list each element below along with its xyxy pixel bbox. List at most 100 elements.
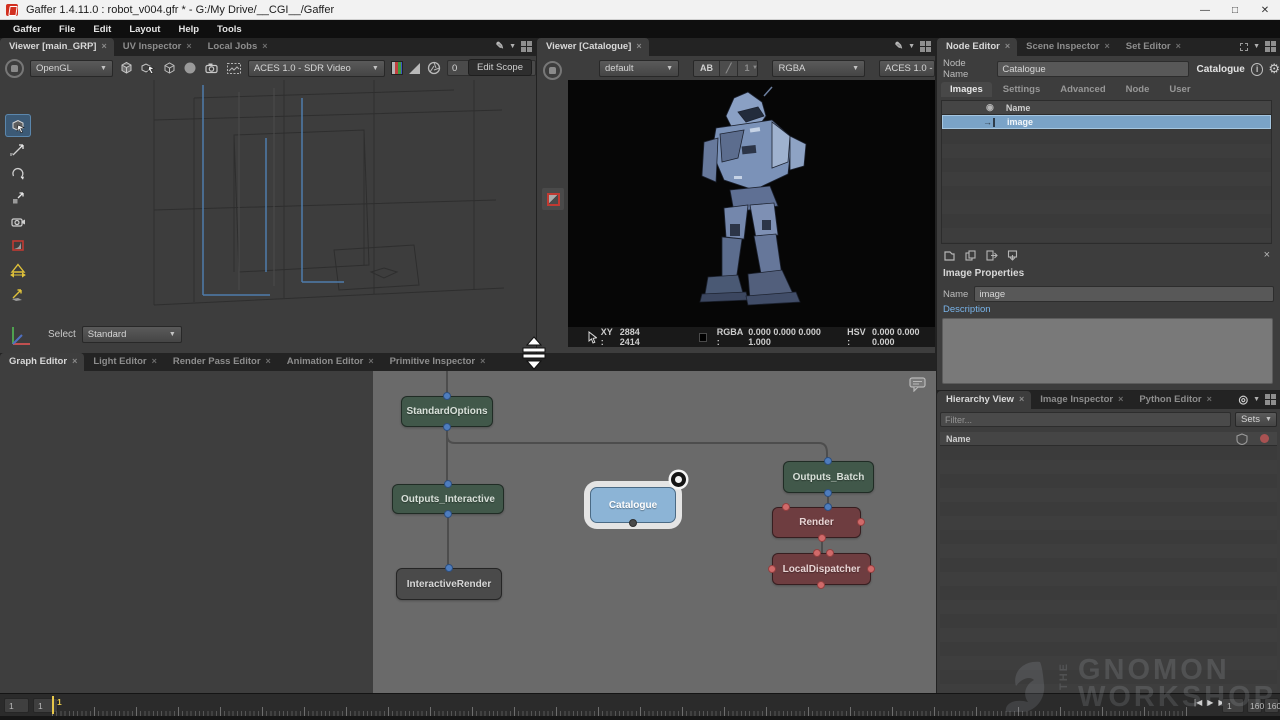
save-image-icon[interactable] (1006, 249, 1019, 262)
tab-render-pass-editor[interactable]: Render Pass Editor× (164, 353, 278, 371)
edit-scope-button[interactable]: Edit Scope (468, 59, 532, 76)
tab-close-icon[interactable]: × (72, 356, 77, 371)
plug-task[interactable] (826, 549, 834, 557)
tab-node-editor[interactable]: Node Editor× (937, 38, 1017, 56)
chevron-down-icon[interactable]: ▼ (908, 43, 915, 50)
chevron-down-icon[interactable]: ▼ (1253, 43, 1260, 50)
image-select-dropdown[interactable]: default▼ (599, 60, 679, 77)
tab-close-icon[interactable]: × (152, 356, 157, 371)
select-mode-dropdown[interactable]: Standard▼ (82, 326, 182, 343)
menu-edit[interactable]: Edit (84, 22, 120, 37)
filter-input[interactable] (940, 412, 1231, 427)
renderer-dropdown[interactable]: OpenGL▼ (30, 60, 113, 77)
export-image-icon[interactable] (985, 249, 998, 262)
plug-in[interactable] (445, 564, 453, 572)
close-button[interactable]: ✕ (1250, 0, 1280, 20)
plug-out[interactable] (443, 423, 451, 431)
exclude-dot-icon[interactable] (1260, 434, 1269, 443)
camera-tool[interactable] (5, 210, 31, 233)
play-button[interactable]: ▶ (1207, 698, 1213, 707)
tab-close-icon[interactable]: × (1207, 394, 1212, 409)
pause-updates-icon[interactable] (543, 61, 562, 80)
image-display-area[interactable]: XY : 2884 2414 RGBA : 0.000 0.000 0.000 … (568, 80, 935, 347)
tab-uv-inspector[interactable]: UV Inspector× (114, 38, 199, 56)
tab-primitive-inspector[interactable]: Primitive Inspector× (381, 353, 493, 371)
node-render[interactable]: Render (772, 507, 861, 538)
shield-icon[interactable] (1236, 433, 1248, 445)
rotate-tool[interactable] (5, 162, 31, 185)
tab-close-icon[interactable]: × (1118, 394, 1123, 409)
load-image-icon[interactable] (943, 249, 956, 262)
tab-animation-editor[interactable]: Animation Editor× (278, 353, 381, 371)
tab-python-editor[interactable]: Python Editor× (1130, 391, 1219, 409)
description-textarea[interactable] (942, 318, 1273, 384)
layout-grid-icon[interactable] (521, 41, 532, 52)
menu-tools[interactable]: Tools (208, 22, 251, 37)
drag-select-icon[interactable] (140, 61, 156, 76)
playhead[interactable] (52, 696, 54, 714)
current-frame-field[interactable]: 1 (1222, 698, 1244, 713)
render-view-icon[interactable] (226, 61, 242, 76)
tab-close-icon[interactable]: × (480, 356, 485, 371)
focus-menu-icon[interactable] (1240, 43, 1248, 51)
compare-image-dropdown[interactable]: 1 ▼ (738, 61, 758, 76)
light-tool[interactable] (5, 258, 31, 281)
subtab-images[interactable]: Images (941, 82, 992, 97)
image-name-input[interactable] (974, 286, 1274, 302)
crop-display-button[interactable] (542, 188, 564, 210)
shading-mode-icon[interactable] (119, 61, 134, 76)
subtab-user[interactable]: User (1160, 82, 1199, 97)
pin-editor-icon[interactable]: ✎ (496, 41, 504, 52)
maximize-button[interactable]: □ (1220, 0, 1250, 20)
duplicate-image-icon[interactable] (964, 249, 977, 262)
tab-close-icon[interactable]: × (1176, 41, 1181, 56)
node-catalogue-selected[interactable]: Catalogue (590, 487, 676, 523)
layout-grid-icon[interactable] (1265, 394, 1276, 405)
annotation-bubble-icon[interactable] (909, 377, 926, 392)
tab-close-icon[interactable]: × (186, 41, 191, 56)
ab-compare-button[interactable]: AB (694, 61, 720, 76)
plug-task[interactable] (782, 503, 790, 511)
node-name-input[interactable] (997, 61, 1188, 77)
plug-in[interactable] (444, 480, 452, 488)
wipe-tool-button[interactable]: ╱ (720, 61, 738, 76)
plug-task[interactable] (857, 518, 865, 526)
end-frame-field[interactable]: 160 (1247, 698, 1262, 713)
pause-updates-icon[interactable] (5, 59, 24, 78)
menu-layout[interactable]: Layout (120, 22, 169, 37)
tab-close-icon[interactable]: × (1005, 41, 1010, 56)
tab-set-editor[interactable]: Set Editor× (1117, 38, 1188, 56)
tab-close-icon[interactable]: × (1019, 394, 1024, 409)
tab-hierarchy-view[interactable]: Hierarchy View× (937, 391, 1031, 409)
display-transform-dropdown[interactable]: ACES 1.0 - SDR (879, 60, 935, 77)
sets-dropdown[interactable]: Sets▼ (1235, 412, 1277, 427)
tab-light-editor[interactable]: Light Editor× (84, 353, 164, 371)
tab-close-icon[interactable]: × (262, 41, 267, 56)
tab-close-icon[interactable]: × (368, 356, 373, 371)
plug-task[interactable] (867, 565, 875, 573)
aperture-icon[interactable] (426, 61, 441, 76)
plug-task-out[interactable] (817, 581, 825, 589)
tab-local-jobs[interactable]: Local Jobs× (199, 38, 275, 56)
plug-out[interactable] (444, 510, 452, 518)
tab-viewer-main-grp[interactable]: Viewer [main_GRP]× (0, 38, 114, 56)
translate-tool[interactable] (5, 138, 31, 161)
tab-graph-editor[interactable]: Graph Editor× (0, 353, 84, 371)
focus-ring-indicator[interactable] (671, 472, 686, 487)
menu-gaffer[interactable]: Gaffer (4, 22, 50, 37)
plug-task[interactable] (813, 549, 821, 557)
plug-task[interactable] (768, 565, 776, 573)
channels-icon[interactable] (391, 61, 403, 75)
plug-out[interactable] (629, 519, 637, 527)
crop-window-tool[interactable] (5, 234, 31, 257)
subtab-settings[interactable]: Settings (994, 82, 1049, 97)
wireframe-cube-icon[interactable] (162, 61, 177, 76)
frame-ruler[interactable] (52, 694, 1190, 717)
focus-target-icon[interactable]: ◎ (1238, 395, 1248, 405)
scale-tool[interactable] (5, 186, 31, 209)
chevron-down-icon[interactable]: ▼ (1253, 396, 1260, 403)
tab-close-icon[interactable]: × (636, 41, 641, 56)
viewport-wireframe[interactable] (34, 80, 534, 330)
node-interactiverender[interactable]: InteractiveRender (396, 568, 502, 600)
camera-icon[interactable] (204, 61, 220, 76)
